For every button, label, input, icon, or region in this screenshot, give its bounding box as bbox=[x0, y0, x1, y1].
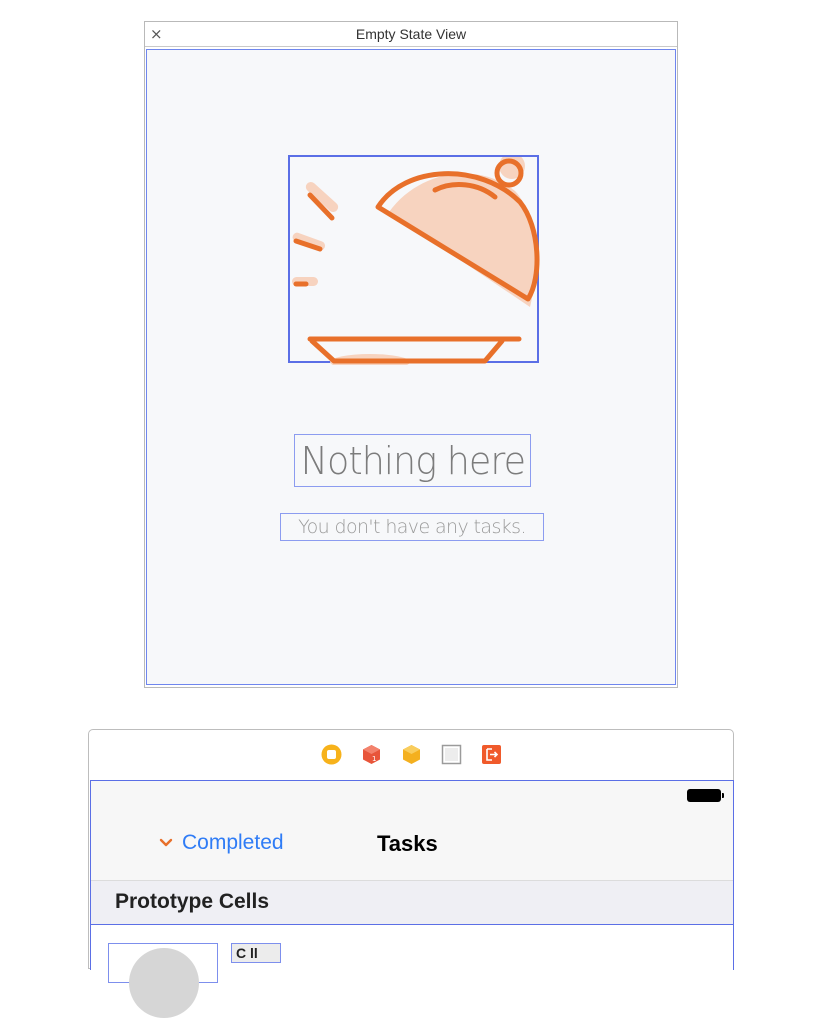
subline-label-frame[interactable]: You don't have any tasks. bbox=[280, 513, 544, 541]
empty-state-headline: Nothing here bbox=[300, 438, 525, 483]
prototype-cells-header: Prototype Cells bbox=[91, 880, 733, 924]
chevron-down-icon bbox=[159, 838, 173, 847]
panel-titlebar: × Empty State View bbox=[145, 22, 677, 47]
completed-nav-label: Completed bbox=[182, 831, 284, 854]
scene-dock: 1 bbox=[89, 730, 733, 779]
object-icon[interactable] bbox=[401, 744, 422, 765]
prototype-cells-label: Prototype Cells bbox=[115, 890, 270, 913]
completed-nav-button[interactable]: Completed bbox=[159, 831, 284, 855]
first-responder-icon[interactable]: 1 bbox=[361, 744, 382, 765]
view-controller-icon[interactable] bbox=[321, 744, 342, 765]
tasks-scene: 1 Completed Tasks Prototype Cells C ll bbox=[88, 729, 734, 1018]
tasks-view-controller[interactable]: Completed Tasks Prototype Cells C ll bbox=[90, 780, 734, 1018]
headline-label-frame[interactable]: Nothing here bbox=[294, 434, 531, 487]
cell-image-view[interactable] bbox=[108, 943, 218, 1018]
empty-state-panel: × Empty State View Nothing here You don'… bbox=[144, 21, 678, 688]
svg-text:1: 1 bbox=[372, 755, 376, 763]
avatar bbox=[129, 948, 199, 1018]
serving-dish-icon bbox=[292, 157, 540, 365]
cell-title-label[interactable]: C ll bbox=[231, 943, 281, 963]
panel-title: Empty State View bbox=[355, 26, 467, 42]
nav-title: Tasks bbox=[377, 831, 438, 856]
empty-state-canvas[interactable]: Nothing here You don't have any tasks. bbox=[146, 49, 676, 685]
battery-icon bbox=[687, 789, 724, 802]
view-placeholder-icon[interactable] bbox=[441, 744, 462, 765]
table-view[interactable]: C ll bbox=[91, 924, 733, 1018]
empty-state-subline: You don't have any tasks. bbox=[298, 516, 526, 538]
exit-icon[interactable] bbox=[481, 744, 502, 765]
illustration-image-view[interactable] bbox=[288, 155, 540, 365]
